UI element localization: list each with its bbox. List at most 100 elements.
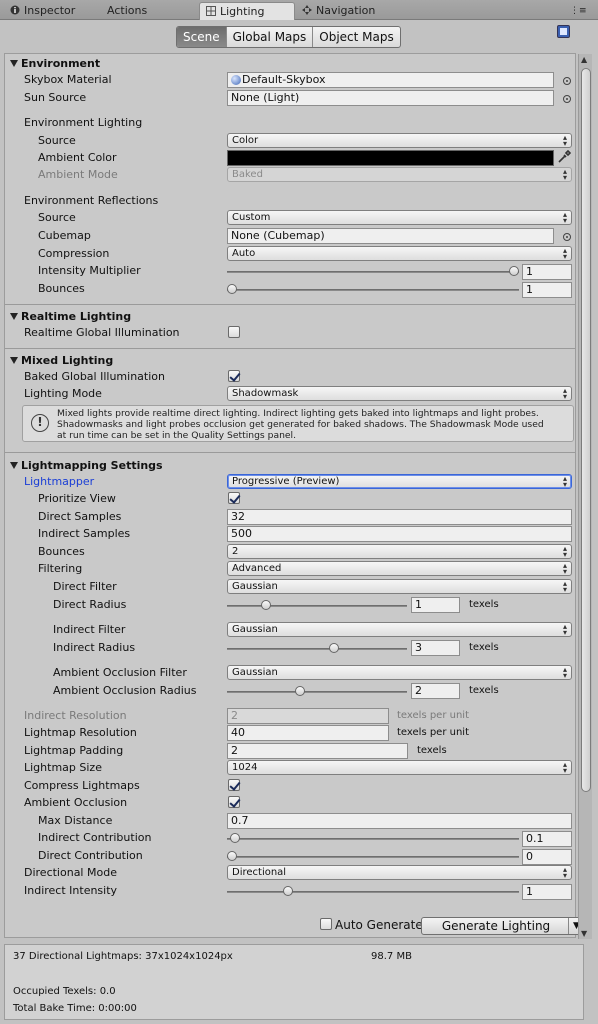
indirect-samples-label: Indirect Samples xyxy=(38,527,131,540)
indirect-intensity-track[interactable] xyxy=(227,891,519,893)
indirect-contribution-track[interactable] xyxy=(227,838,519,840)
intensity-multiplier-input[interactable]: 1 xyxy=(522,264,572,280)
direct-contribution-track[interactable] xyxy=(227,856,519,858)
ao-filter-dropdown[interactable]: Gaussian ▴ ▾ xyxy=(227,665,572,680)
ao-radius-input[interactable]: 2 xyxy=(411,683,460,699)
compression-dropdown[interactable]: Auto ▴ ▾ xyxy=(227,246,572,261)
cubemap-field[interactable]: None (Cubemap) xyxy=(227,228,554,244)
direct-contribution-slider-handle[interactable] xyxy=(227,851,237,861)
prioritize-view-checkbox[interactable] xyxy=(228,492,240,504)
section-divider xyxy=(5,304,575,305)
ambient-occlusion-checkbox[interactable] xyxy=(228,796,240,808)
compress-lightmaps-checkbox[interactable] xyxy=(228,779,240,791)
ambient-mode-value: Baked xyxy=(232,169,263,180)
dropdown-arrow-icon: ▴ ▾ xyxy=(562,579,567,594)
mode-object-maps-button[interactable]: Object Maps xyxy=(313,27,399,47)
lightmapper-dropdown[interactable]: Progressive (Preview) ▴ ▾ xyxy=(227,474,572,489)
indirect-contribution-slider-handle[interactable] xyxy=(229,833,240,843)
object-picker-icon[interactable] xyxy=(563,233,571,241)
directional-mode-dropdown[interactable]: Directional ▴ ▾ xyxy=(227,865,572,880)
scroll-down-arrow-icon[interactable]: ▼ xyxy=(581,929,587,938)
lightmaps-size-text: 98.7 MB xyxy=(371,951,412,962)
lightmap-size-dropdown[interactable]: 1024 ▴ ▾ xyxy=(227,760,572,775)
bake-stats-panel: 37 Directional Lightmaps: 37x1024x1024px… xyxy=(4,944,584,1020)
env-bounces-slider-handle[interactable] xyxy=(227,284,237,294)
lightmapping-settings-foldout[interactable]: Lightmapping Settings xyxy=(10,459,163,472)
environment-foldout[interactable]: Environment xyxy=(10,57,100,70)
direct-radius-slider-handle[interactable] xyxy=(261,600,271,610)
sun-source-field[interactable]: None (Light) xyxy=(227,90,554,106)
indirect-resolution-label: Indirect Resolution xyxy=(24,709,127,722)
skybox-material-field[interactable]: Default-Skybox xyxy=(227,72,554,88)
lighting-mode-dropdown[interactable]: Shadowmask ▴ ▾ xyxy=(227,386,572,401)
vertical-scrollbar[interactable]: ▲ ▼ xyxy=(578,54,592,939)
ao-radius-slider-handle[interactable] xyxy=(295,686,305,696)
lm-bounces-label: Bounces xyxy=(38,545,85,558)
indirect-radius-unit: texels xyxy=(469,642,499,653)
window-menu-icon[interactable]: ⋮≡ xyxy=(570,6,587,16)
direct-radius-input[interactable]: 1 xyxy=(411,597,460,613)
indirect-radius-input[interactable]: 3 xyxy=(411,640,460,656)
direct-radius-label: Direct Radius xyxy=(53,598,127,611)
env-source-dropdown[interactable]: Color ▴ ▾ xyxy=(227,133,572,148)
auto-generate-checkbox[interactable] xyxy=(320,918,332,930)
indirect-intensity-input[interactable]: 1 xyxy=(522,884,572,900)
indirect-intensity-slider-handle[interactable] xyxy=(283,886,294,896)
compress-lightmaps-label: Compress Lightmaps xyxy=(24,779,140,792)
lightmap-padding-input[interactable]: 2 xyxy=(227,743,408,759)
lm-bounces-dropdown[interactable]: 2 ▴ ▾ xyxy=(227,544,572,559)
env-bounces-input[interactable]: 1 xyxy=(522,282,572,298)
tab-lighting[interactable]: Lighting xyxy=(199,2,295,20)
filtering-label: Filtering xyxy=(38,562,83,575)
indirect-filter-dropdown[interactable]: Gaussian ▴ ▾ xyxy=(227,622,572,637)
scrollbar-thumb[interactable] xyxy=(581,68,591,792)
mixed-lighting-foldout[interactable]: Mixed Lighting xyxy=(10,354,113,367)
mode-global-maps-button[interactable]: Global Maps xyxy=(227,27,314,47)
env-bounces-track[interactable] xyxy=(227,289,519,291)
eyedropper-icon[interactable] xyxy=(557,149,572,167)
compression-label: Compression xyxy=(38,247,110,260)
indirect-samples-input[interactable]: 500 xyxy=(227,526,572,542)
directional-mode-label: Directional Mode xyxy=(24,866,117,879)
ambient-color-swatch[interactable] xyxy=(227,150,554,166)
tab-inspector[interactable]: Inspector xyxy=(10,2,75,20)
reflection-source-dropdown[interactable]: Custom ▴ ▾ xyxy=(227,210,572,225)
intensity-multiplier-track[interactable] xyxy=(227,271,519,273)
ambient-mode-label: Ambient Mode xyxy=(38,168,118,181)
object-picker-icon[interactable] xyxy=(563,77,571,85)
dropdown-arrow-icon: ▴ ▾ xyxy=(562,386,567,401)
foldout-triangle-icon xyxy=(10,313,18,320)
scroll-up-arrow-icon[interactable]: ▲ xyxy=(581,55,587,64)
auto-generate-label: Auto Generate xyxy=(335,918,423,932)
max-distance-input[interactable]: 0.7 xyxy=(227,813,572,829)
object-picker-icon[interactable] xyxy=(563,95,571,103)
help-book-icon[interactable] xyxy=(557,25,570,38)
direct-samples-input[interactable]: 32 xyxy=(227,509,572,525)
baked-gi-checkbox[interactable] xyxy=(228,370,240,382)
ao-radius-track[interactable] xyxy=(227,691,407,693)
realtime-gi-checkbox[interactable] xyxy=(228,326,240,338)
help-text-line-3: at run time can be set in the Quality Se… xyxy=(57,430,297,441)
indirect-radius-track[interactable] xyxy=(227,648,407,650)
dropdown-arrow-icon: ▴ ▾ xyxy=(562,760,567,775)
realtime-lighting-foldout[interactable]: Realtime Lighting xyxy=(10,310,131,323)
tab-actions[interactable]: Actions xyxy=(107,2,147,20)
lightmap-resolution-input[interactable]: 40 xyxy=(227,725,389,741)
skybox-material-value: Default-Skybox xyxy=(242,73,326,86)
indirect-radius-slider-handle[interactable] xyxy=(329,643,339,653)
direct-filter-dropdown[interactable]: Gaussian ▴ ▾ xyxy=(227,579,572,594)
lighting-mode-label: Lighting Mode xyxy=(24,387,102,400)
filtering-dropdown[interactable]: Advanced ▴ ▾ xyxy=(227,561,572,576)
direct-contribution-input[interactable]: 0 xyxy=(522,849,572,865)
lighting-mode-value: Shadowmask xyxy=(232,388,299,399)
tab-navigation-label: Navigation xyxy=(316,4,376,17)
intensity-multiplier-slider-handle[interactable] xyxy=(509,266,519,276)
reflection-source-value: Custom xyxy=(232,212,271,223)
indirect-contribution-input[interactable]: 0.1 xyxy=(522,831,572,847)
realtime-lighting-header: Realtime Lighting xyxy=(21,310,132,323)
direct-radius-track[interactable] xyxy=(227,605,407,607)
tab-navigation[interactable]: Navigation xyxy=(302,2,375,20)
window-tab-bar: Inspector Actions Lighting Navigation ⋮≡ xyxy=(0,0,598,20)
generate-lighting-button[interactable]: Generate Lighting ▼ xyxy=(421,917,585,935)
mode-scene-button[interactable]: Scene xyxy=(177,27,227,47)
